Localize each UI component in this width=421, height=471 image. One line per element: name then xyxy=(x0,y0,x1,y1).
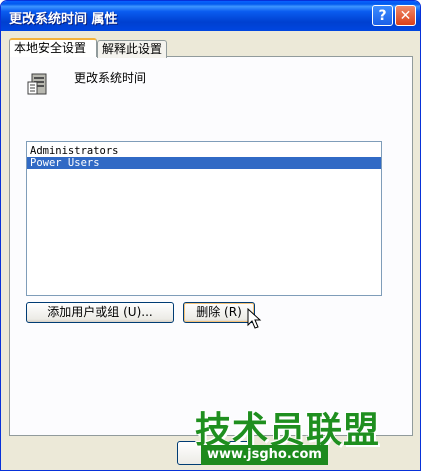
tab-explain-setting[interactable]: 解释此设置 xyxy=(97,40,167,58)
window-title: 更改系统时间 属性 xyxy=(9,12,118,27)
list-item-power-users[interactable]: Power Users xyxy=(27,157,381,169)
tab-label: 本地安全设置 xyxy=(14,41,87,55)
list-item-administrators[interactable]: Administrators xyxy=(27,145,381,157)
properties-dialog: 更改系统时间 属性 ? ✕ 本地安全设置 解释此设置 更改系统时间 Admini… xyxy=(0,0,421,471)
tab-local-security-setting[interactable]: 本地安全设置 xyxy=(9,38,97,57)
add-user-or-group-button[interactable]: 添加用户或组 (U)... xyxy=(26,302,174,323)
close-button[interactable]: ✕ xyxy=(395,5,416,26)
title-bar[interactable]: 更改系统时间 属性 ? ✕ xyxy=(1,1,420,31)
close-icon: ✕ xyxy=(399,7,412,24)
tab-label: 解释此设置 xyxy=(102,42,163,56)
tab-panel: 更改系统时间 Administrators Power Users 添加用户或组… xyxy=(9,56,413,436)
mouse-pointer-icon xyxy=(247,308,262,329)
policy-name: 更改系统时间 xyxy=(74,71,147,85)
help-icon: ? xyxy=(378,7,387,24)
ok-button[interactable] xyxy=(177,441,253,465)
members-listbox[interactable]: Administrators Power Users xyxy=(26,141,382,296)
help-button[interactable]: ? xyxy=(372,5,393,26)
remove-button[interactable]: 删除 (R) xyxy=(183,302,255,323)
policy-server-icon xyxy=(27,73,47,95)
